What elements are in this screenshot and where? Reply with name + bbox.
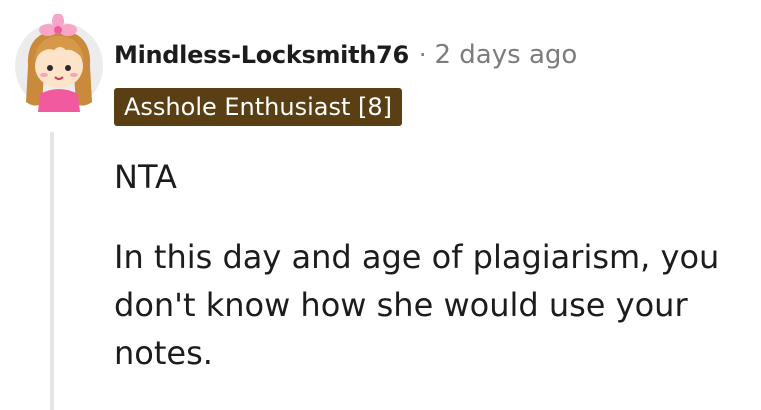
comment-timestamp[interactable]: 2 days ago xyxy=(435,40,578,70)
avatar-illustration xyxy=(15,14,103,112)
comment-paragraph: NTA xyxy=(114,158,177,196)
meta-separator: · xyxy=(418,41,427,69)
user-avatar[interactable] xyxy=(14,14,104,114)
comment: Mindless-Locksmith76 · 2 days ago Asshol… xyxy=(0,0,761,410)
comment-paragraph: In this day and age of plagiarism, you d… xyxy=(114,238,720,372)
user-flair-badge: Asshole Enthusiast [8] xyxy=(114,88,403,126)
comment-meta: Mindless-Locksmith76 · 2 days ago xyxy=(114,40,577,70)
author-username[interactable]: Mindless-Locksmith76 xyxy=(114,41,409,69)
comment-body: NTA In this day and age of plagiarism, y… xyxy=(114,153,754,377)
thread-collapse-line[interactable] xyxy=(50,132,54,410)
